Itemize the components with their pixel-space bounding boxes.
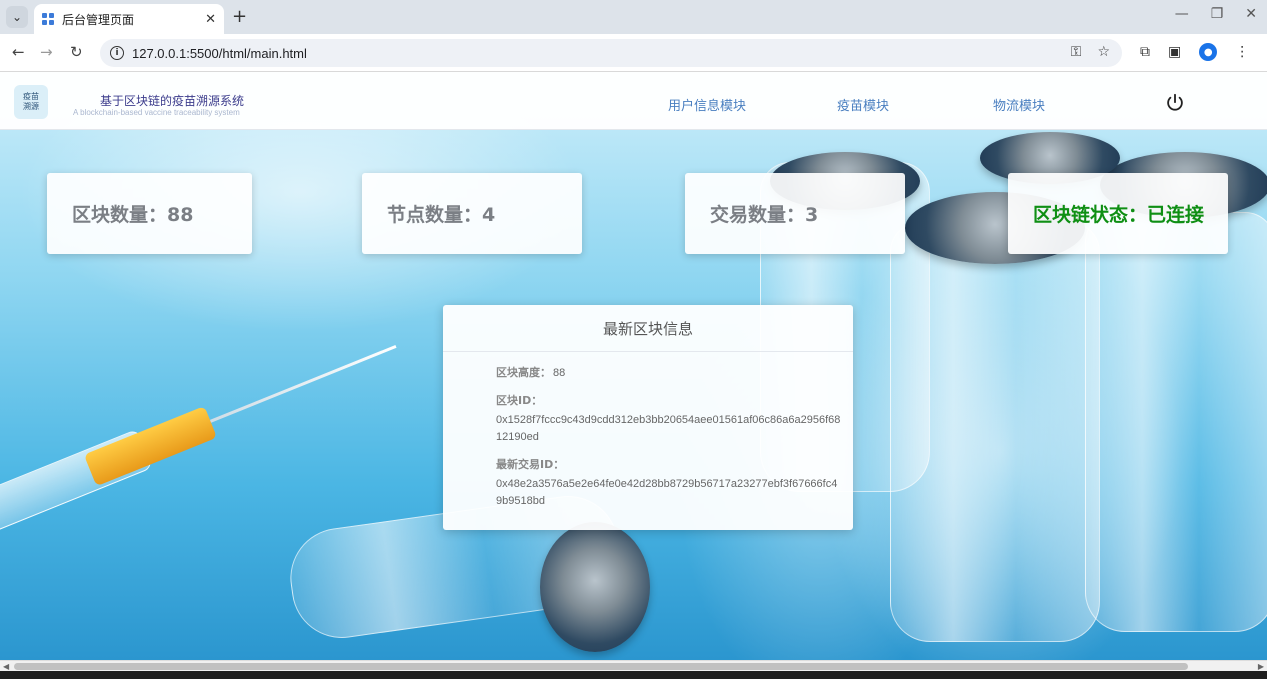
block-count-text: 区块数量：88 [72, 204, 194, 226]
window-controls: — ❐ ✕ [1175, 6, 1257, 22]
menu-kebab-icon[interactable]: ⋮ [1235, 44, 1249, 60]
vaccine-vial-image [890, 222, 1100, 642]
tx-count-card: 交易数量：3 [685, 173, 905, 254]
new-tab-plus-icon[interactable]: + [232, 6, 247, 28]
window-close-icon[interactable]: ✕ [1245, 6, 1257, 22]
latest-tx-row: 最新交易ID： 0x48e2a3576a5e2e64fe0e42d28bb872… [496, 456, 839, 510]
vaccine-vial-image [1085, 212, 1267, 632]
system-title: 基于区块链的疫苗溯源系统 [100, 94, 245, 108]
os-taskbar [0, 671, 1267, 679]
profile-avatar-icon[interactable]: ● [1199, 43, 1218, 61]
extensions-puzzle-icon[interactable]: ⧉ [1140, 44, 1150, 60]
url-text[interactable]: 127.0.0.1:5500/html/main.html [132, 46, 307, 61]
reload-icon[interactable]: ↻ [70, 43, 83, 61]
tab-title: 后台管理页面 [62, 12, 135, 27]
power-logout-icon[interactable] [1164, 92, 1186, 114]
nav-logistics[interactable]: 物流模块 [993, 95, 1045, 114]
tab-search-chevron-icon[interactable]: ⌄ [6, 6, 28, 28]
forward-arrow-icon[interactable]: → [40, 43, 53, 61]
horizontal-scrollbar[interactable]: ◀ ▶ [0, 660, 1267, 671]
tab-close-icon[interactable]: ✕ [205, 12, 216, 27]
nav-user-info[interactable]: 用户信息模块 [668, 95, 746, 114]
browser-tab-bar: ⌄ 后台管理页面 ✕ + — ❐ ✕ [0, 0, 1267, 34]
syringe-image [0, 345, 397, 549]
system-subtitle: A blockchain-based vaccine traceability … [73, 108, 240, 117]
tx-count-text: 交易数量：3 [710, 204, 819, 226]
chain-status-text: 区块链状态：已连接 [1033, 204, 1205, 226]
scrollbar-thumb[interactable] [14, 663, 1188, 670]
restore-icon[interactable]: ❐ [1211, 6, 1224, 22]
block-id-label: 区块ID： [496, 394, 543, 407]
nav-vaccine[interactable]: 疫苗模块 [837, 95, 889, 114]
address-bar[interactable]: i 127.0.0.1:5500/html/main.html ⚿ ☆ [100, 39, 1122, 67]
block-height-label: 区块高度： [496, 366, 551, 379]
browser-toolbar: ← → ↻ i 127.0.0.1:5500/html/main.html ⚿ … [0, 34, 1267, 72]
browser-tab[interactable]: 后台管理页面 ✕ [34, 4, 224, 34]
vial-cap-image [540, 522, 650, 652]
node-count-card: 节点数量：4 [362, 173, 582, 254]
minimize-icon[interactable]: — [1175, 6, 1189, 22]
node-count-text: 节点数量：4 [387, 204, 496, 226]
latest-tx-label: 最新交易ID： [496, 458, 565, 471]
bookmark-star-icon[interactable]: ☆ [1097, 44, 1110, 60]
latest-tx-value: 0x48e2a3576a5e2e64fe0e42d28bb8729b56717a… [496, 478, 838, 507]
block-id-value: 0x1528f7fccc9c43d9cdd312eb3bb20654aee015… [496, 414, 841, 443]
block-count-card: 区块数量：88 [47, 173, 252, 254]
block-height-row: 区块高度： 88 [496, 364, 839, 382]
chain-status-card: 区块链状态：已连接 [1008, 173, 1228, 254]
block-height-value: 88 [553, 367, 566, 379]
logo-text-line2: 溯源 [23, 102, 39, 111]
latest-block-panel: 最新区块信息 区块高度： 88 区块ID： 0x1528f7fccc9c43d9… [443, 305, 853, 530]
side-panel-icon[interactable]: ▣ [1168, 44, 1181, 60]
back-arrow-icon[interactable]: ← [12, 43, 25, 61]
password-key-icon[interactable]: ⚿ [1071, 44, 1082, 60]
favicon-icon [42, 13, 54, 25]
app-logo[interactable]: 疫苗 溯源 [14, 85, 48, 119]
app-header: 疫苗 溯源 基于区块链的疫苗溯源系统 A blockchain-based va… [0, 72, 1267, 130]
block-id-row: 区块ID： 0x1528f7fccc9c43d9cdd312eb3bb20654… [496, 392, 841, 446]
panel-title: 最新区块信息 [443, 305, 853, 352]
site-info-icon[interactable]: i [110, 46, 124, 60]
page-viewport: 疫苗 溯源 基于区块链的疫苗溯源系统 A blockchain-based va… [0, 72, 1267, 660]
logo-text-line1: 疫苗 [23, 92, 39, 101]
